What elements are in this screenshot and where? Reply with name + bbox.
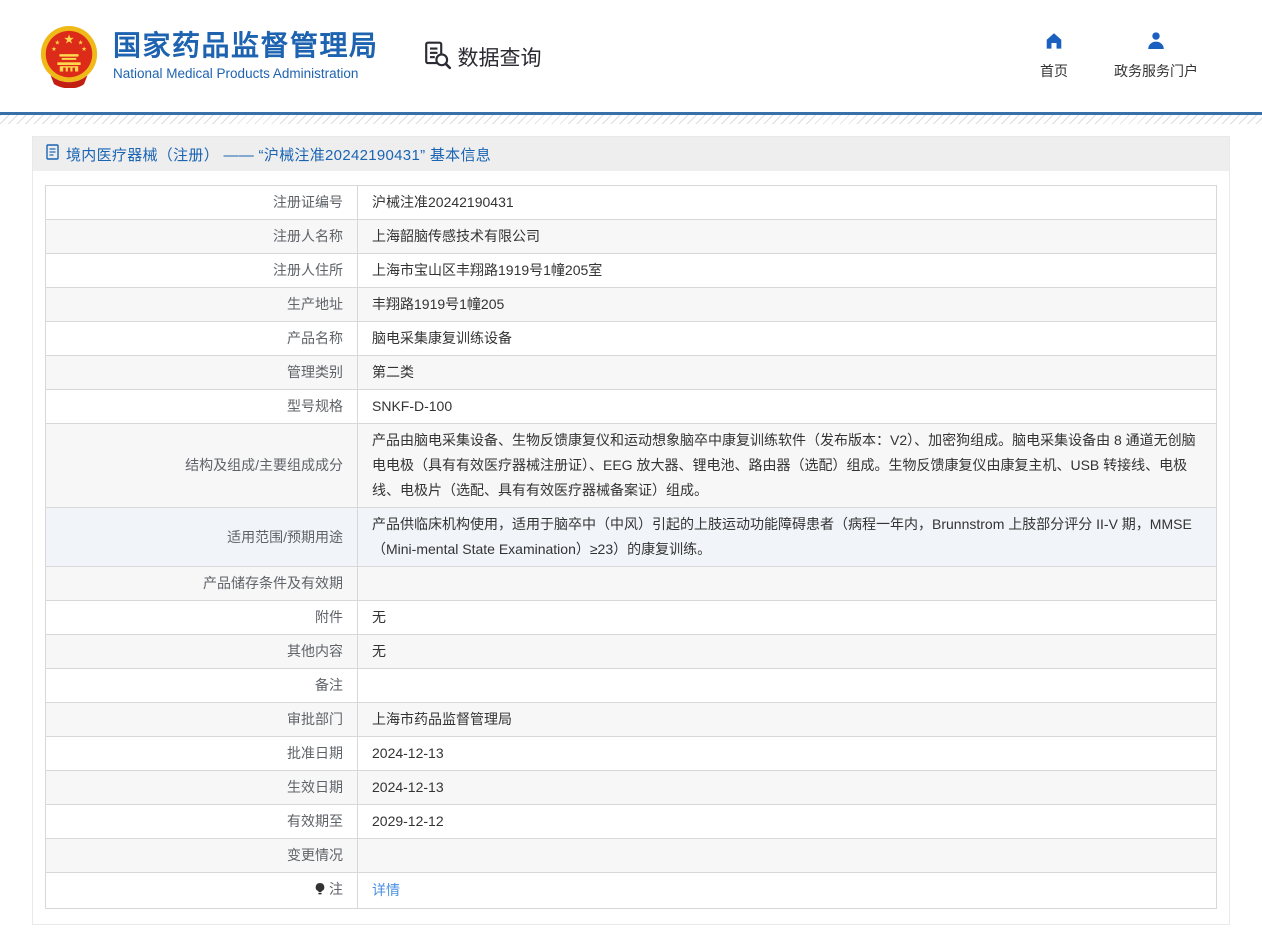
row-value: 2029-12-12 <box>358 805 1217 839</box>
document-icon <box>46 144 59 165</box>
table-row: 附件 无 <box>46 601 1217 635</box>
table-row: 注册人名称 上海韶脑传感技术有限公司 <box>46 220 1217 254</box>
row-value: 沪械注准20242190431 <box>358 186 1217 220</box>
row-value <box>358 669 1217 703</box>
row-value: 上海市宝山区丰翔路1919号1幢205室 <box>358 254 1217 288</box>
table-row: 产品储存条件及有效期 <box>46 567 1217 601</box>
registration-info-table: 注册证编号 沪械注准20242190431 注册人名称 上海韶脑传感技术有限公司… <box>45 185 1217 909</box>
row-value <box>358 567 1217 601</box>
table-row: 生产地址 丰翔路1919号1幢205 <box>46 288 1217 322</box>
row-label: 其他内容 <box>46 635 358 669</box>
row-label: 生效日期 <box>46 771 358 805</box>
row-value: 详情 <box>358 873 1217 909</box>
row-label: 有效期至 <box>46 805 358 839</box>
row-value: 产品供临床机构使用，适用于脑卒中（中风）引起的上肢运动功能障碍患者（病程一年内，… <box>358 508 1217 567</box>
row-label: 注 <box>46 873 358 909</box>
page-title-bar: 境内医疗器械（注册） —— “沪械注准20242190431” 基本信息 <box>33 137 1229 171</box>
table-row: 备注 <box>46 669 1217 703</box>
data-query-label: 数据查询 <box>458 42 542 72</box>
row-label: 批准日期 <box>46 737 358 771</box>
svg-text:★: ★ <box>81 46 87 53</box>
row-label: 型号规格 <box>46 390 358 424</box>
table-row: 型号规格 SNKF-D-100 <box>46 390 1217 424</box>
svg-text:★: ★ <box>63 32 74 46</box>
header-divider-hatch <box>0 115 1262 124</box>
table-row: 适用范围/预期用途 产品供临床机构使用，适用于脑卒中（中风）引起的上肢运动功能障… <box>46 508 1217 567</box>
table-row: 变更情况 <box>46 839 1217 873</box>
row-label: 注册人名称 <box>46 220 358 254</box>
nav-item-portal[interactable]: 政务服务门户 <box>1114 31 1198 81</box>
row-value: 丰翔路1919号1幢205 <box>358 288 1217 322</box>
row-label: 审批部门 <box>46 703 358 737</box>
info-table-body: 注册证编号 沪械注准20242190431 注册人名称 上海韶脑传感技术有限公司… <box>46 186 1217 909</box>
row-label: 产品储存条件及有效期 <box>46 567 358 601</box>
table-row: 生效日期 2024-12-13 <box>46 771 1217 805</box>
row-value <box>358 839 1217 873</box>
page-title: 境内医疗器械（注册） —— “沪械注准20242190431” 基本信息 <box>66 144 491 165</box>
user-icon <box>1146 31 1166 55</box>
table-row: 注 详情 <box>46 873 1217 909</box>
row-value: 上海韶脑传感技术有限公司 <box>358 220 1217 254</box>
table-row: 审批部门 上海市药品监督管理局 <box>46 703 1217 737</box>
data-query-link[interactable]: 数据查询 <box>423 40 542 75</box>
row-value: 无 <box>358 601 1217 635</box>
table-row: 结构及组成/主要组成成分 产品由脑电采集设备、生物反馈康复仪和运动想象脑卒中康复… <box>46 424 1217 508</box>
row-label: 变更情况 <box>46 839 358 873</box>
row-value: 脑电采集康复训练设备 <box>358 322 1217 356</box>
table-row: 批准日期 2024-12-13 <box>46 737 1217 771</box>
row-value: 无 <box>358 635 1217 669</box>
row-label: 注册人住所 <box>46 254 358 288</box>
row-label: 注册证编号 <box>46 186 358 220</box>
row-value: 2024-12-13 <box>358 771 1217 805</box>
row-value: 上海市药品监督管理局 <box>358 703 1217 737</box>
top-nav: 首页 政务服务门户 <box>1040 31 1198 81</box>
doc-search-icon <box>423 40 453 75</box>
table-row: 产品名称 脑电采集康复训练设备 <box>46 322 1217 356</box>
org-titles: 国家药品监督管理局 National Medical Products Admi… <box>113 31 379 81</box>
table-row: 其他内容 无 <box>46 635 1217 669</box>
svg-text:★: ★ <box>51 46 57 53</box>
row-label: 结构及组成/主要组成成分 <box>46 424 358 508</box>
content-panel: 境内医疗器械（注册） —— “沪械注准20242190431” 基本信息 注册证… <box>32 136 1230 925</box>
row-label: 备注 <box>46 669 358 703</box>
nav-item-portal-label: 政务服务门户 <box>1114 61 1198 81</box>
org-name-cn: 国家药品监督管理局 <box>113 31 379 62</box>
national-emblem-logo: ★ ★ ★ ★ ★ <box>38 24 100 88</box>
table-row: 注册人住所 上海市宝山区丰翔路1919号1幢205室 <box>46 254 1217 288</box>
table-wrap: 注册证编号 沪械注准20242190431 注册人名称 上海韶脑传感技术有限公司… <box>33 171 1229 924</box>
table-row: 注册证编号 沪械注准20242190431 <box>46 186 1217 220</box>
details-link[interactable]: 详情 <box>372 882 400 898</box>
header: ★ ★ ★ ★ ★ 国家药品监督管理局 National Medical Pro… <box>0 0 1262 112</box>
row-label: 适用范围/预期用途 <box>46 508 358 567</box>
bulb-icon <box>314 879 326 904</box>
row-label: 生产地址 <box>46 288 358 322</box>
table-row: 有效期至 2029-12-12 <box>46 805 1217 839</box>
org-name-en: National Medical Products Administration <box>113 66 379 81</box>
row-label: 管理类别 <box>46 356 358 390</box>
row-value: 2024-12-13 <box>358 737 1217 771</box>
row-value: 产品由脑电采集设备、生物反馈康复仪和运动想象脑卒中康复训练软件（发布版本：V2）… <box>358 424 1217 508</box>
row-value: 第二类 <box>358 356 1217 390</box>
row-label: 附件 <box>46 601 358 635</box>
row-value: SNKF-D-100 <box>358 390 1217 424</box>
row-label: 产品名称 <box>46 322 358 356</box>
site-logo: ★ ★ ★ ★ ★ 国家药品监督管理局 National Medical Pro… <box>38 24 379 88</box>
nav-item-home[interactable]: 首页 <box>1040 31 1068 81</box>
table-row: 管理类别 第二类 <box>46 356 1217 390</box>
nav-item-home-label: 首页 <box>1040 61 1068 81</box>
home-icon <box>1044 31 1064 55</box>
